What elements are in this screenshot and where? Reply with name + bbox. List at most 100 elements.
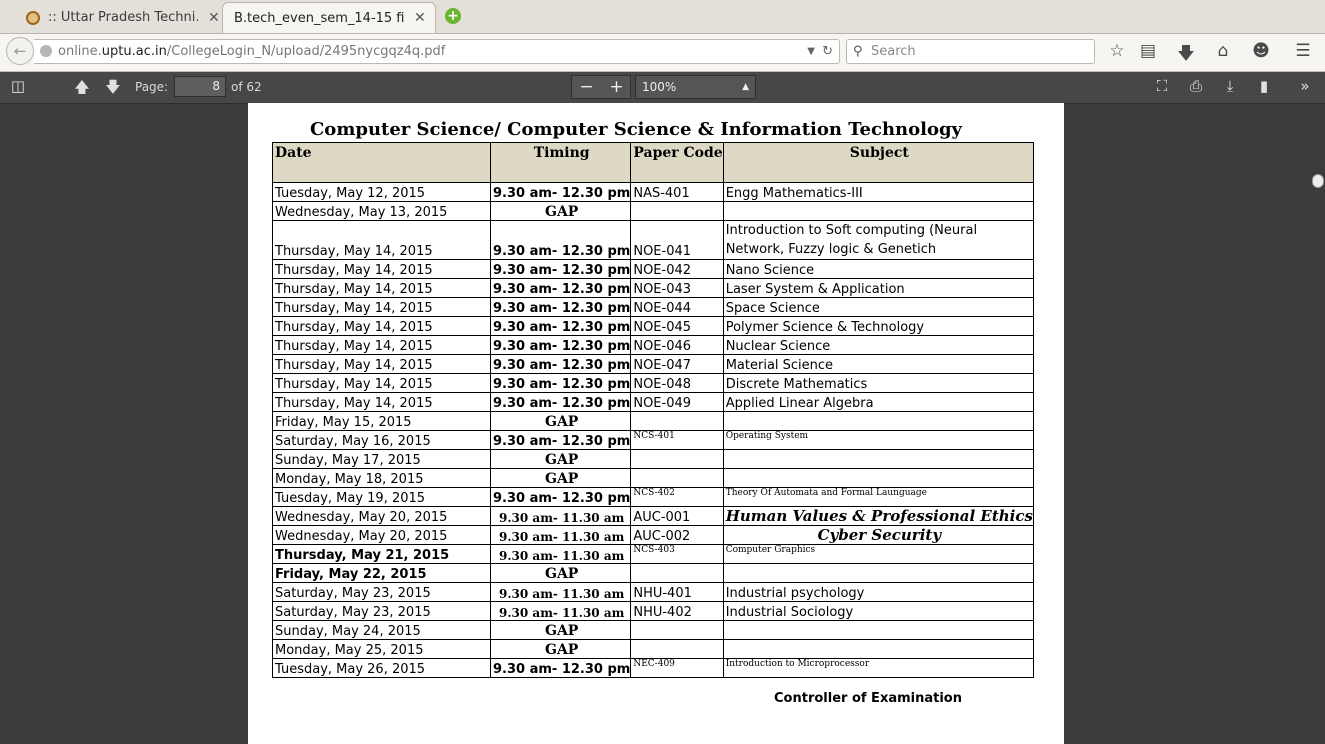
gap-cell: GAP (489, 620, 632, 640)
back-button[interactable]: ← (6, 37, 34, 65)
code-cell (630, 620, 724, 640)
chat-icon[interactable]: ☻ (1250, 41, 1272, 61)
pdf-page: Computer Science/ Computer Science & Inf… (248, 103, 1064, 744)
date-cell: Thursday, May 14, 2015 (272, 392, 491, 412)
timing-cell: 9.30 am- 12.30 pm (489, 430, 632, 450)
subject-cell (722, 201, 1034, 221)
subject-cell: Space Science (722, 297, 1034, 317)
code-cell: NOE-046 (630, 335, 724, 355)
subject-cell: Human Values & Professional Ethics (722, 506, 1034, 526)
code-cell: NOE-042 (630, 259, 724, 279)
url-dropdown-icon[interactable]: ▼ (807, 40, 815, 63)
date-cell: Tuesday, May 26, 2015 (272, 658, 491, 678)
timing-cell: 9.30 am- 12.30 pm (489, 354, 632, 374)
timing-cell: 9.30 am- 12.30 pm (489, 658, 632, 678)
table-row: Friday, May 22, 2015 GAP (272, 563, 1034, 583)
date-cell: Saturday, May 23, 2015 (272, 601, 491, 621)
code-cell (630, 449, 724, 469)
tab-pdf[interactable]: B.tech_even_sem_14-15 fi… ✕ (222, 2, 436, 33)
print-icon[interactable]: ⎙ (1185, 77, 1207, 95)
table-row: Tuesday, May 12, 2015 9.30 am- 12.30 pm … (272, 182, 1034, 202)
code-cell: AUC-002 (630, 525, 724, 545)
code-cell (630, 201, 724, 221)
subject-cell (722, 620, 1034, 640)
home-icon[interactable]: ⌂ (1212, 41, 1234, 61)
date-cell: Thursday, May 14, 2015 (272, 278, 491, 298)
timing-cell: 9.30 am- 12.30 pm (489, 487, 632, 507)
globe-icon (40, 45, 52, 57)
date-cell: Sunday, May 24, 2015 (272, 620, 491, 640)
zoom-select[interactable]: 100% ▲ (635, 75, 756, 99)
zoom-buttons: − + (571, 75, 631, 99)
tab-uptu-home[interactable]: :: Uttar Pradesh Techni… ✕ (14, 2, 226, 33)
table-row: Sunday, May 24, 2015 GAP (272, 620, 1034, 640)
presentation-mode-icon[interactable]: ⛶ (1151, 77, 1173, 95)
date-cell: Friday, May 22, 2015 (272, 563, 491, 583)
zoom-out-button[interactable]: − (572, 77, 601, 97)
subject-cell: Polymer Science & Technology (722, 316, 1034, 336)
subject-cell (722, 468, 1034, 488)
code-cell: NOE-045 (630, 316, 724, 336)
zoom-in-button[interactable]: + (602, 77, 631, 97)
tools-icon[interactable]: » (1294, 77, 1316, 95)
date-cell: Thursday, May 14, 2015 (272, 297, 491, 317)
subject-cell: Discrete Mathematics (722, 373, 1034, 393)
save-icon[interactable]: ⤓ (1219, 77, 1241, 95)
date-cell: Tuesday, May 19, 2015 (272, 487, 491, 507)
code-cell: NEC-409 (630, 658, 724, 678)
chevron-updown-icon: ▲ (742, 82, 749, 92)
timing-cell: 9.30 am- 12.30 pm (489, 392, 632, 412)
timing-cell: 9.30 am- 11.30 am (489, 525, 632, 545)
table-row: Thursday, May 21, 2015 9.30 am- 11.30 am… (272, 544, 1034, 564)
subject-cell: Industrial psychology (722, 582, 1034, 602)
subject-cell (722, 639, 1034, 659)
table-row: Monday, May 25, 2015 GAP (272, 639, 1034, 659)
code-cell: NCS-401 (630, 430, 724, 450)
page-label: Page: (135, 80, 169, 94)
sidebar-toggle-icon[interactable]: ◫ (7, 77, 29, 95)
next-page-icon[interactable]: 🡇 (102, 77, 124, 102)
new-tab-button[interactable]: + (445, 8, 461, 24)
date-cell: Tuesday, May 12, 2015 (272, 182, 491, 202)
date-cell: Sunday, May 17, 2015 (272, 449, 491, 469)
timing-cell: 9.30 am- 12.30 pm (489, 259, 632, 279)
page-number-input[interactable]: 8 (174, 76, 226, 97)
gap-cell: GAP (489, 468, 632, 488)
date-cell: Friday, May 15, 2015 (272, 411, 491, 431)
code-cell: NOE-047 (630, 354, 724, 374)
url-bar[interactable]: online.uptu.ac.in/CollegeLogin_N/upload/… (34, 39, 840, 64)
date-cell: Wednesday, May 13, 2015 (272, 201, 491, 221)
subject-cell: Nuclear Science (722, 335, 1034, 355)
subject-cell: Cyber Security (722, 525, 1034, 545)
code-cell: NOE-049 (630, 392, 724, 412)
date-cell: Monday, May 18, 2015 (272, 468, 491, 488)
date-cell: Thursday, May 14, 2015 (272, 259, 491, 279)
previous-page-icon[interactable]: 🡅 (71, 77, 93, 102)
close-tab-icon[interactable]: ✕ (208, 10, 220, 26)
subject-cell: Introduction to Soft computing (Neural N… (722, 220, 1034, 260)
gap-cell: GAP (489, 563, 632, 583)
timing-cell: 9.30 am- 11.30 am (489, 601, 632, 621)
date-cell: Monday, May 25, 2015 (272, 639, 491, 659)
reload-icon[interactable]: ↻ (822, 40, 833, 63)
timing-cell: 9.30 am- 11.30 am (489, 506, 632, 526)
code-cell: NCS-403 (630, 544, 724, 564)
bookmark-star-icon[interactable]: ☆ (1106, 41, 1128, 61)
close-tab-icon[interactable]: ✕ (414, 10, 426, 26)
table-row: Thursday, May 14, 2015 9.30 am- 12.30 pm… (272, 354, 1034, 374)
menu-icon[interactable]: ☰ (1292, 41, 1314, 61)
scrollbar[interactable] (1311, 103, 1325, 744)
timing-cell: 9.30 am- 12.30 pm (489, 297, 632, 317)
search-input[interactable]: ⚲ Search (846, 39, 1095, 64)
bookmark-icon[interactable]: ▮ (1253, 77, 1275, 95)
reading-list-icon[interactable]: ▤ (1137, 41, 1159, 61)
url-prefix: online. (58, 44, 102, 59)
search-icon: ⚲ (853, 44, 863, 59)
scrollbar-thumb[interactable] (1312, 174, 1324, 188)
table-row: Thursday, May 14, 2015 9.30 am- 12.30 pm… (272, 297, 1034, 317)
date-cell: Thursday, May 14, 2015 (272, 354, 491, 374)
url-path: /CollegeLogin_N/upload/2495nycgqz4q.pdf (166, 44, 446, 59)
download-icon[interactable]: 🡇 (1175, 41, 1197, 70)
table-row: Saturday, May 23, 2015 9.30 am- 11.30 am… (272, 601, 1034, 621)
date-cell: Wednesday, May 20, 2015 (272, 506, 491, 526)
